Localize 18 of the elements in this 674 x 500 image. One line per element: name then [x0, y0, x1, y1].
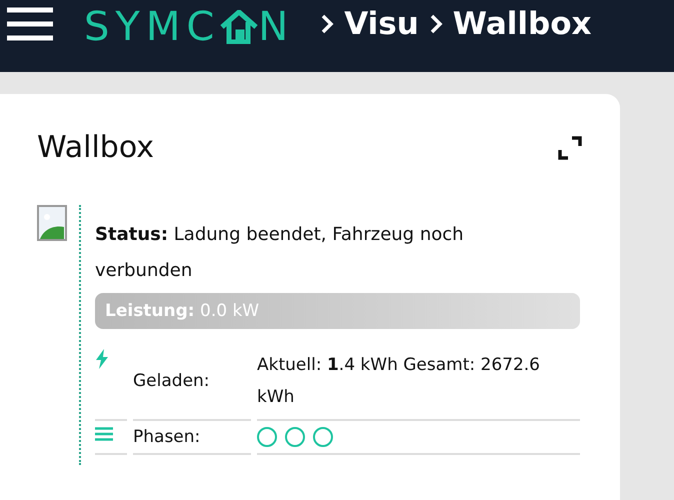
lightning-icon	[95, 349, 109, 369]
logo-text: N	[258, 4, 294, 50]
energy-value: Aktuell: 1.4 kWh Gesamt: 2672.6 kWh	[257, 354, 541, 409]
broken-image-icon	[37, 205, 67, 241]
menu-button[interactable]	[6, 6, 54, 42]
row-label: Geladen:	[133, 371, 210, 391]
breadcrumb-link[interactable]: Visu	[344, 6, 419, 42]
expand-button[interactable]	[557, 134, 583, 160]
house-icon	[220, 10, 258, 44]
power-text: Leistung: 0.0 kW	[104, 301, 260, 321]
row-label: Phasen:	[133, 427, 200, 447]
list-icon	[95, 427, 113, 441]
logo-text: SYMC	[84, 4, 220, 50]
chevron-icon	[428, 13, 443, 35]
breadcrumb-link[interactable]: Wallbox	[452, 6, 592, 42]
card-title: Wallbox	[37, 130, 154, 165]
status-text: Status: Ladung beendet, Fahrzeug noch verbunden	[95, 223, 465, 283]
chevron-icon	[320, 13, 334, 35]
